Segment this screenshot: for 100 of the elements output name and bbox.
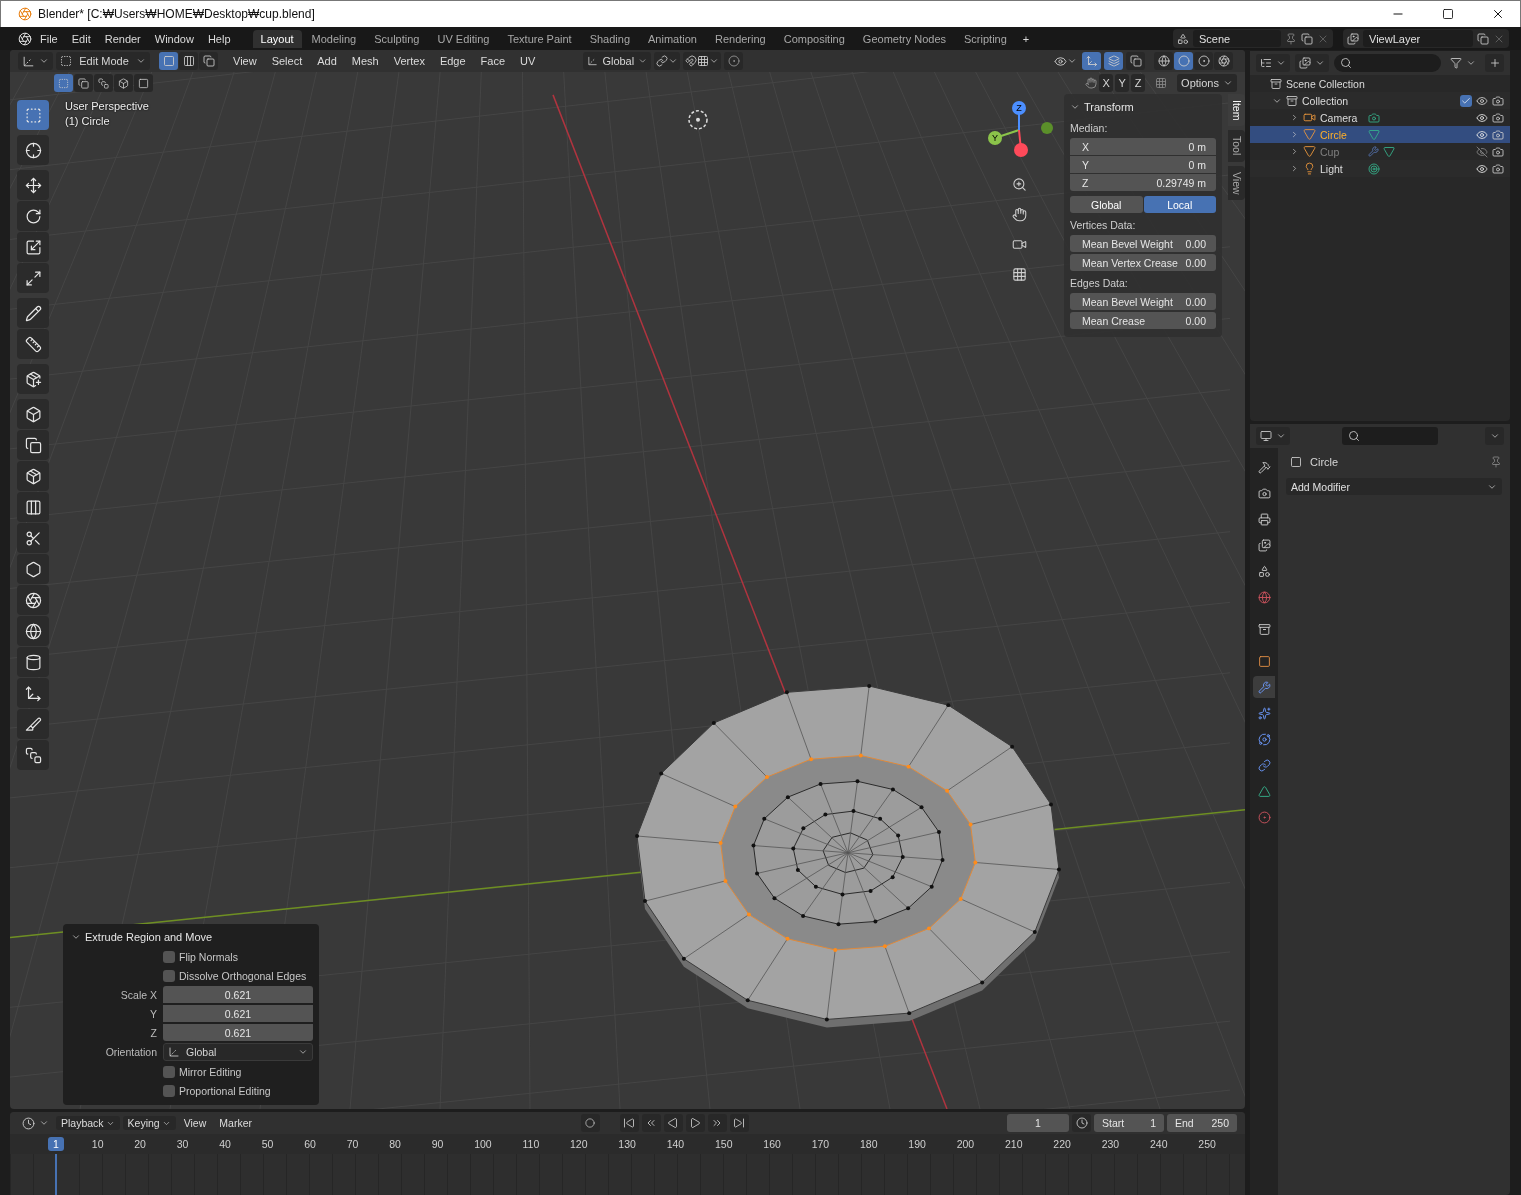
menu-item[interactable]: Face [474,53,512,69]
menu-item[interactable]: Edge [433,53,472,69]
object-name[interactable]: Camera [1320,111,1364,124]
menu-item[interactable]: Window [148,30,200,47]
sidebar-tab[interactable]: View [1228,165,1245,201]
frame-tick: 180 [859,1137,879,1151]
mirror-axis-toggle[interactable]: Z [1131,74,1146,92]
outliner-row[interactable]: Cup [1250,143,1510,160]
panel-header[interactable]: Extrude Region and Move [71,928,313,946]
tree-item[interactable]: Scene Collection [1286,77,1365,90]
outliner-row[interactable]: Circle [1250,126,1510,143]
menu-item[interactable]: Render [98,30,147,47]
outliner-row[interactable]: Camera [1250,109,1510,126]
field-label: Scale X [119,988,157,1001]
workspace-tab[interactable]: Sculpting [366,29,428,48]
checkbox[interactable]: Flip Normals [163,950,313,963]
frame-tick: 120 [569,1137,589,1151]
menu-item[interactable]: Mesh [345,53,385,69]
mirror-axis-toggle[interactable]: Y [1115,74,1130,92]
section-label: Edges Data: [1070,276,1129,290]
add-workspace-button[interactable]: + [1016,30,1036,47]
tree-item[interactable]: Collection [1302,94,1349,107]
navigation-gizmo-drawing[interactable]: Y Z [981,100,1057,166]
number-field[interactable]: Mean Vertex Crease 0.00 [1070,254,1216,271]
frame-tick: 200 [955,1137,976,1151]
mirror-axis-toggle[interactable]: X [1099,74,1114,92]
frame-tick: 240 [1148,1137,1169,1151]
field-label: Y [149,1007,157,1020]
workspace-tab[interactable]: Scripting [956,29,1015,48]
workspace-tab[interactable]: Shading [581,29,639,48]
frame-tick: 20 [133,1137,147,1151]
number-field[interactable]: 0.621 [163,1005,313,1022]
menu-item[interactable]: File [34,30,64,47]
frame-tick: 100 [473,1137,493,1151]
number-field[interactable]: Mean Bevel Weight 0.00 [1070,293,1216,310]
frame-tick: 230 [1100,1137,1121,1151]
frame-tick: 10 [90,1137,105,1151]
frame-tick: 50 [260,1137,275,1151]
end-frame-field[interactable]: End 250 [1167,1114,1237,1132]
menu-item[interactable]: View [178,1116,212,1130]
view-layer-selector[interactable]: ViewLayer [1343,29,1509,48]
orientation-dropdown[interactable]: Global [583,52,652,70]
start-frame-field[interactable]: Start 1 [1094,1114,1164,1132]
field-label: Orientation [104,1046,157,1058]
mode-dropdown[interactable]: Edit Mode [56,52,150,70]
checkbox[interactable]: Mirror Editing [163,1065,313,1078]
menu-item[interactable]: Help [201,30,237,47]
frame-tick: 70 [345,1137,360,1151]
object-name[interactable]: Circle [1320,128,1364,141]
object-name[interactable]: Cup [1320,145,1364,158]
menu-item[interactable]: Edit [65,30,97,47]
panel-header[interactable]: Transform [1070,98,1216,116]
frame-tick: 190 [907,1137,927,1151]
number-field[interactable]: Z 0.29749 m [1070,174,1216,191]
checkbox[interactable]: Proportional Editing [163,1084,313,1097]
workspace-tab[interactable]: Texture Paint [499,29,580,48]
number-field[interactable]: Y 0 m [1070,156,1216,173]
frame-tick: 30 [175,1137,190,1151]
workspace-tab[interactable]: Rendering [706,29,774,48]
object-name: Circle [1310,456,1339,468]
menu-item[interactable]: Add [311,53,343,69]
orientation-dropdown[interactable]: Global [163,1043,313,1061]
frame-tick: 60 [303,1137,317,1151]
number-field[interactable]: X 0 m [1070,138,1216,155]
frame-tick: 170 [810,1137,831,1151]
workspace-tab[interactable]: Modeling [303,29,365,48]
sidebar-tab[interactable]: Tool [1228,130,1245,162]
menu-item[interactable]: Marker [214,1116,257,1130]
menu-item[interactable]: Vertex [387,53,431,69]
workspace-tab[interactable]: Animation [640,29,705,48]
frame-tick: 110 [521,1137,541,1151]
sidebar-tab[interactable]: Item [1228,94,1245,127]
checkbox[interactable]: Dissolve Orthogonal Edges [163,969,313,982]
menu-item[interactable]: UV [514,53,542,69]
number-field[interactable]: 0.621 [163,1024,313,1041]
menu-item[interactable]: View [227,53,263,69]
workspace-tab[interactable]: Geometry Nodes [854,29,954,48]
frame-tick: 140 [665,1137,686,1151]
number-field[interactable]: 0.621 [163,986,313,1003]
frame-tick: 210 [1004,1137,1024,1151]
median-label: Median: [1070,121,1109,135]
current-frame-field[interactable]: 1 [1007,1114,1069,1132]
number-field[interactable]: Mean Bevel Weight 0.00 [1070,235,1216,252]
space-toggle[interactable]: Global [1070,196,1143,213]
workspace-tab[interactable]: Layout [252,29,302,48]
menu-item[interactable]: Keying [122,1116,176,1130]
object-name[interactable]: Light [1320,162,1364,175]
number-field[interactable]: Mean Crease 0.00 [1070,312,1216,329]
frame-tick: 130 [617,1137,637,1151]
menu-item[interactable]: Playback [56,1116,120,1130]
frame-tick: 90 [430,1137,445,1151]
add-modifier-dropdown[interactable]: Add Modifier [1286,478,1502,495]
menu-item[interactable]: Select [265,53,309,69]
frame-tick: 160 [762,1137,782,1151]
workspace-tab[interactable]: UV Editing [429,29,498,48]
options-dropdown[interactable]: Options [1177,74,1237,92]
section-label: Vertices Data: [1070,218,1137,232]
scene-selector[interactable]: Scene [1173,29,1333,48]
workspace-tab[interactable]: Compositing [775,29,853,48]
space-toggle[interactable]: Local [1143,196,1216,213]
